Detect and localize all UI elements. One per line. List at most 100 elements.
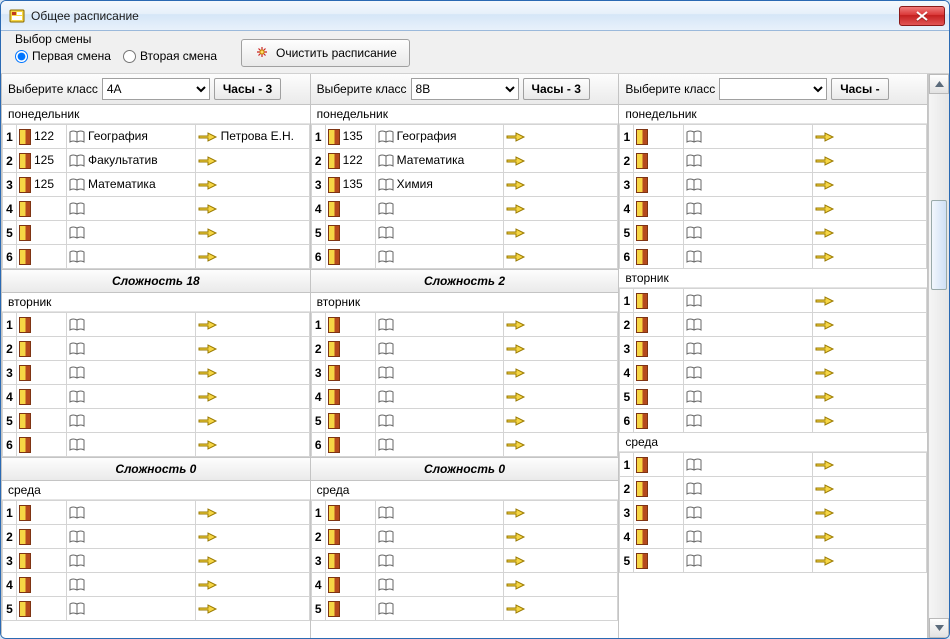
teacher-cell[interactable] (195, 385, 309, 409)
subject-cell[interactable] (67, 573, 196, 597)
subject-cell[interactable] (684, 245, 813, 269)
subject-cell[interactable] (375, 221, 504, 245)
subject-cell[interactable] (375, 409, 504, 433)
teacher-cell[interactable] (504, 125, 618, 149)
room-cell[interactable] (325, 221, 375, 245)
room-cell[interactable] (634, 125, 684, 149)
subject-cell[interactable] (684, 173, 813, 197)
room-cell[interactable] (17, 361, 67, 385)
teacher-cell[interactable] (195, 149, 309, 173)
subject-cell[interactable] (67, 313, 196, 337)
subject-cell[interactable] (67, 409, 196, 433)
subject-cell[interactable] (375, 245, 504, 269)
subject-cell[interactable] (375, 525, 504, 549)
subject-cell[interactable]: География (67, 125, 196, 149)
teacher-cell[interactable] (195, 525, 309, 549)
teacher-cell[interactable] (504, 173, 618, 197)
subject-cell[interactable] (375, 597, 504, 621)
teacher-cell[interactable] (813, 313, 927, 337)
subject-cell[interactable] (684, 385, 813, 409)
subject-cell[interactable] (375, 573, 504, 597)
teacher-cell[interactable] (813, 453, 927, 477)
room-cell[interactable]: 125 (17, 173, 67, 197)
teacher-cell[interactable] (504, 149, 618, 173)
teacher-cell[interactable] (504, 549, 618, 573)
room-cell[interactable] (634, 173, 684, 197)
room-cell[interactable] (634, 453, 684, 477)
room-cell[interactable] (325, 433, 375, 457)
scroll-thumb[interactable] (931, 200, 947, 290)
room-cell[interactable] (325, 573, 375, 597)
subject-cell[interactable] (684, 361, 813, 385)
clear-schedule-button[interactable]: Очистить расписание (241, 39, 410, 67)
teacher-cell[interactable] (195, 173, 309, 197)
class-select[interactable] (719, 78, 827, 100)
room-cell[interactable] (634, 525, 684, 549)
room-cell[interactable] (325, 197, 375, 221)
teacher-cell[interactable] (195, 337, 309, 361)
room-cell[interactable] (634, 313, 684, 337)
teacher-cell[interactable] (813, 409, 927, 433)
teacher-cell[interactable] (813, 337, 927, 361)
subject-cell[interactable] (684, 289, 813, 313)
subject-cell[interactable] (375, 549, 504, 573)
teacher-cell[interactable] (504, 337, 618, 361)
teacher-cell[interactable] (813, 125, 927, 149)
subject-cell[interactable] (67, 525, 196, 549)
subject-cell[interactable] (684, 549, 813, 573)
teacher-cell[interactable] (813, 289, 927, 313)
radio-second-shift-input[interactable] (123, 50, 136, 63)
subject-cell[interactable]: Математика (67, 173, 196, 197)
room-cell[interactable]: 125 (17, 149, 67, 173)
room-cell[interactable] (325, 337, 375, 361)
subject-cell[interactable] (684, 501, 813, 525)
room-cell[interactable] (634, 289, 684, 313)
teacher-cell[interactable] (195, 313, 309, 337)
teacher-cell[interactable] (504, 525, 618, 549)
teacher-cell[interactable] (195, 501, 309, 525)
room-cell[interactable] (325, 409, 375, 433)
room-cell[interactable] (17, 245, 67, 269)
subject-cell[interactable] (67, 597, 196, 621)
subject-cell[interactable] (684, 453, 813, 477)
subject-cell[interactable]: География (375, 125, 504, 149)
subject-cell[interactable] (684, 409, 813, 433)
room-cell[interactable] (325, 313, 375, 337)
teacher-cell[interactable] (195, 197, 309, 221)
room-cell[interactable] (634, 385, 684, 409)
subject-cell[interactable] (67, 361, 196, 385)
radio-second-shift[interactable]: Вторая смена (123, 49, 217, 63)
vertical-scrollbar[interactable] (928, 74, 949, 638)
room-cell[interactable] (325, 245, 375, 269)
teacher-cell[interactable] (504, 409, 618, 433)
teacher-cell[interactable] (813, 525, 927, 549)
teacher-cell[interactable] (195, 549, 309, 573)
class-select[interactable]: 8В (411, 78, 519, 100)
teacher-cell[interactable] (813, 501, 927, 525)
subject-cell[interactable]: Факультатив (67, 149, 196, 173)
teacher-cell[interactable] (813, 197, 927, 221)
subject-cell[interactable] (684, 525, 813, 549)
room-cell[interactable] (17, 313, 67, 337)
subject-cell[interactable] (684, 477, 813, 501)
subject-cell[interactable] (67, 197, 196, 221)
room-cell[interactable] (634, 501, 684, 525)
teacher-cell[interactable] (504, 501, 618, 525)
subject-cell[interactable] (67, 433, 196, 457)
room-cell[interactable] (17, 337, 67, 361)
subject-cell[interactable] (375, 501, 504, 525)
subject-cell[interactable] (684, 125, 813, 149)
teacher-cell[interactable] (504, 433, 618, 457)
teacher-cell[interactable] (504, 597, 618, 621)
subject-cell[interactable] (684, 337, 813, 361)
teacher-cell[interactable] (813, 385, 927, 409)
room-cell[interactable] (325, 525, 375, 549)
teacher-cell[interactable] (504, 385, 618, 409)
room-cell[interactable] (17, 197, 67, 221)
room-cell[interactable] (17, 549, 67, 573)
subject-cell[interactable] (375, 361, 504, 385)
subject-cell[interactable] (67, 337, 196, 361)
subject-cell[interactable] (67, 221, 196, 245)
hours-button[interactable]: Часы - 3 (523, 78, 590, 100)
teacher-cell[interactable] (195, 409, 309, 433)
